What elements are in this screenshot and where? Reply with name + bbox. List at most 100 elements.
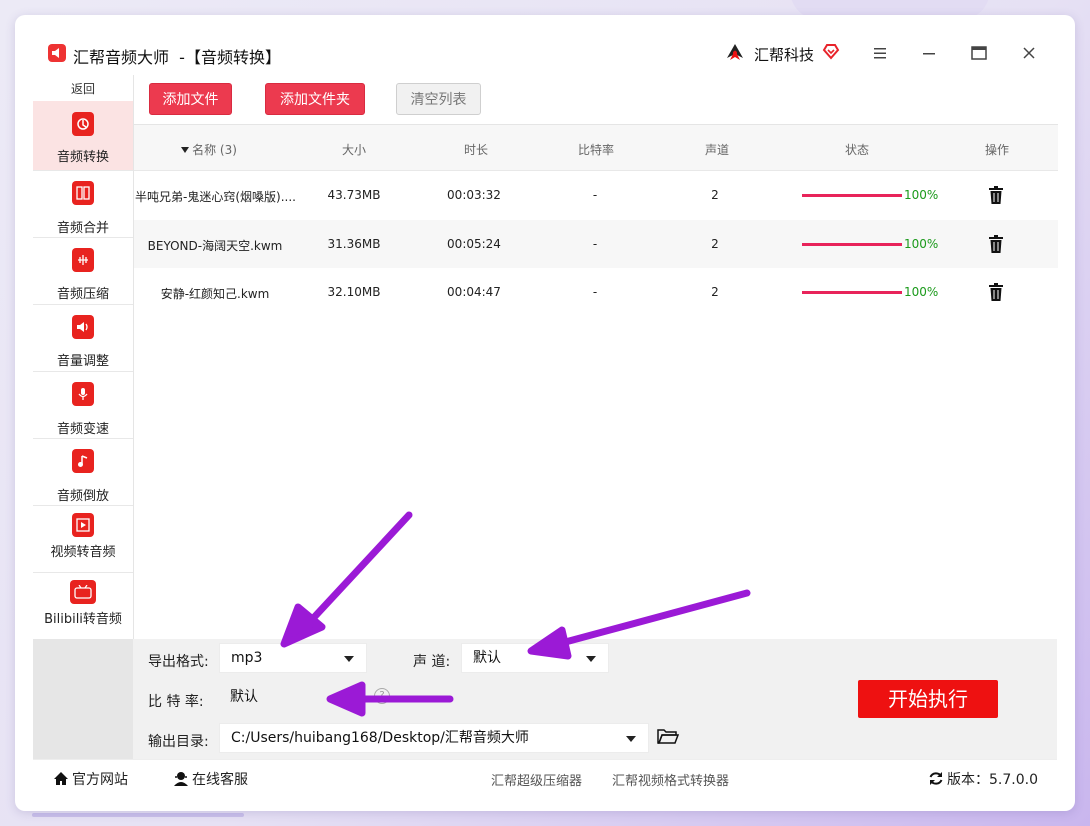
sidebar-item-bilibili[interactable]: Bilibili转音频 [33,573,133,640]
bitrate-value: 默认 [230,689,258,705]
sidebar-item-video-to-audio[interactable]: 视频转音频 [33,506,133,573]
sidebar-item-audio-merge[interactable]: 音频合并 [33,171,133,238]
column-header-duration: 时长 [463,143,488,157]
menu-icon[interactable] [870,43,890,63]
file-channels: 2 [711,237,719,251]
sidebar-item-label: Bilibili转音频 [44,612,122,627]
footer: 官方网站 在线客服 汇帮超级压缩器 汇帮视频格式转换器 版本：5.7.0.0 [33,759,1057,795]
progress-bar [802,194,902,197]
file-name: BEYOND-海阔天空.kwm [147,239,283,253]
website-link[interactable]: 官方网站 [53,769,128,789]
output-settings: 导出格式: mp3 声 道: 默认 比 特 率: 默认 ? 输出目录: C:/U… [33,639,1057,759]
audio-merge-icon [72,181,94,205]
progress-text: 100% [904,237,939,251]
progress-fill [802,194,902,197]
help-icon[interactable]: ? [374,688,390,704]
add-folder-button[interactable]: 添加文件夹 [265,83,365,115]
sidebar-item-reverse[interactable]: 音频倒放 [33,439,133,506]
file-name: 半吨兄弟-鬼迷心窍(烟嗓版).... [135,190,295,204]
settings-spacer [33,639,133,759]
bitrate-label: 比 特 率: [148,694,204,710]
maximize-icon[interactable] [969,43,989,63]
sidebar-item-label: 音频转换 [56,150,109,165]
sidebar-item-label: 音频合并 [56,221,109,236]
trash-icon[interactable] [989,186,1003,204]
column-header-status: 状态 [844,143,869,157]
folder-open-icon[interactable] [657,727,679,745]
column-header-name[interactable]: 名称 (3) [164,141,254,158]
sidebar-item-label: 视频转音频 [50,545,116,560]
compressor-link[interactable]: 汇帮超级压缩器 [491,770,582,789]
progress-fill [802,243,902,246]
add-file-button[interactable]: 添加文件 [149,83,232,115]
brand-logo-icon [727,44,743,60]
support-link[interactable]: 在线客服 [173,769,248,789]
output-dir-select[interactable]: C:/Users/huibang168/Desktop/汇帮音频大师 [219,723,649,753]
trash-icon[interactable] [989,283,1003,301]
start-button[interactable]: 开始执行 [858,680,998,718]
channel-select[interactable]: 默认 [461,643,609,673]
file-size: 32.10MB [327,285,381,299]
microphone-icon [72,382,94,406]
file-list-panel: 添加文件 添加文件夹 清空列表 名称 (3) 大小 时长 比特率 声道 状态 操… [133,75,1058,640]
version-label: 版本：5.7.0.0 [947,772,1038,788]
format-label: 导出格式: [148,654,209,670]
version-info[interactable]: 版本：5.7.0.0 [928,769,1038,789]
refresh-icon [929,772,943,785]
sidebar-item-speed[interactable]: 音频变速 [33,372,133,439]
progress-text: 100% [904,188,939,202]
output-dir-label: 输出目录: [148,734,209,750]
file-name: 安静-红颜知己.kwm [160,287,270,301]
sort-down-icon [181,147,190,153]
toolbar: 添加文件 添加文件夹 清空列表 [134,75,1058,125]
file-duration: 00:04:47 [447,285,501,299]
brand-name: 汇帮科技 [754,46,815,64]
close-icon[interactable] [1019,43,1039,63]
column-header-bitrate: 比特率 [577,143,614,157]
back-button[interactable]: 返回 [33,80,133,97]
table-row[interactable]: BEYOND-海阔天空.kwm 31.36MB 00:05:24 - 2 100… [134,220,1058,268]
format-select[interactable]: mp3 [219,643,367,673]
chevron-down-icon [586,656,596,662]
file-duration: 00:03:32 [447,188,501,202]
file-bitrate: - [592,285,598,299]
sidebar-item-audio-compress[interactable]: 音频压缩 [33,238,133,305]
progress-fill [802,291,902,294]
progress-bar [802,291,902,294]
music-note-icon [72,449,94,473]
sidebar-item-volume[interactable]: 音量调整 [33,305,133,372]
support-label: 在线客服 [192,772,248,788]
user-support-icon [174,772,188,786]
clear-list-button[interactable]: 清空列表 [396,83,481,115]
sidebar-item-label: 音频压缩 [56,287,109,302]
window-title: 汇帮音频大师 -【音频转换】 [73,48,281,67]
volume-icon [72,315,94,339]
column-header-size: 大小 [341,143,366,157]
channel-value: 默认 [473,650,501,666]
table-row[interactable]: 安静-红颜知己.kwm 32.10MB 00:04:47 - 2 100% [134,268,1058,316]
table-row[interactable]: 半吨兄弟-鬼迷心窍(烟嗓版).... 43.73MB 00:03:32 - 2 … [134,171,1058,219]
sidebar: 返回 音频转换 音频合并 音频压缩 音量调整 音频变速 音频倒放 视频转音频 B… [33,75,133,640]
sidebar-item-audio-convert[interactable]: 音频转换 [33,101,133,171]
heart-diamond-icon[interactable] [822,42,840,60]
table-header: 名称 (3) 大小 时长 比特率 声道 状态 操作 [134,125,1058,171]
minimize-icon[interactable] [919,43,939,63]
chevron-down-icon [344,656,354,662]
sidebar-item-label: 音频变速 [56,422,109,437]
format-value: mp3 [231,650,263,666]
video-to-audio-icon [72,513,94,537]
file-duration: 00:05:24 [447,237,501,251]
progress-text: 100% [904,285,939,299]
background-strip [32,813,244,817]
video-converter-link[interactable]: 汇帮视频格式转换器 [612,770,729,789]
trash-icon[interactable] [989,235,1003,253]
column-header-action: 操作 [984,143,1009,157]
sidebar-item-label: 音频倒放 [56,489,109,504]
bitrate-select[interactable]: 默认 [219,683,367,713]
progress-bar [802,243,902,246]
audio-convert-icon [72,112,94,136]
file-bitrate: - [592,188,598,202]
channel-label: 声 道: [413,654,451,670]
website-label: 官方网站 [72,772,128,788]
app-window: 汇帮音频大师 -【音频转换】 汇帮科技 返回 音频转换 音频合并 音频压缩 音量… [15,15,1075,811]
